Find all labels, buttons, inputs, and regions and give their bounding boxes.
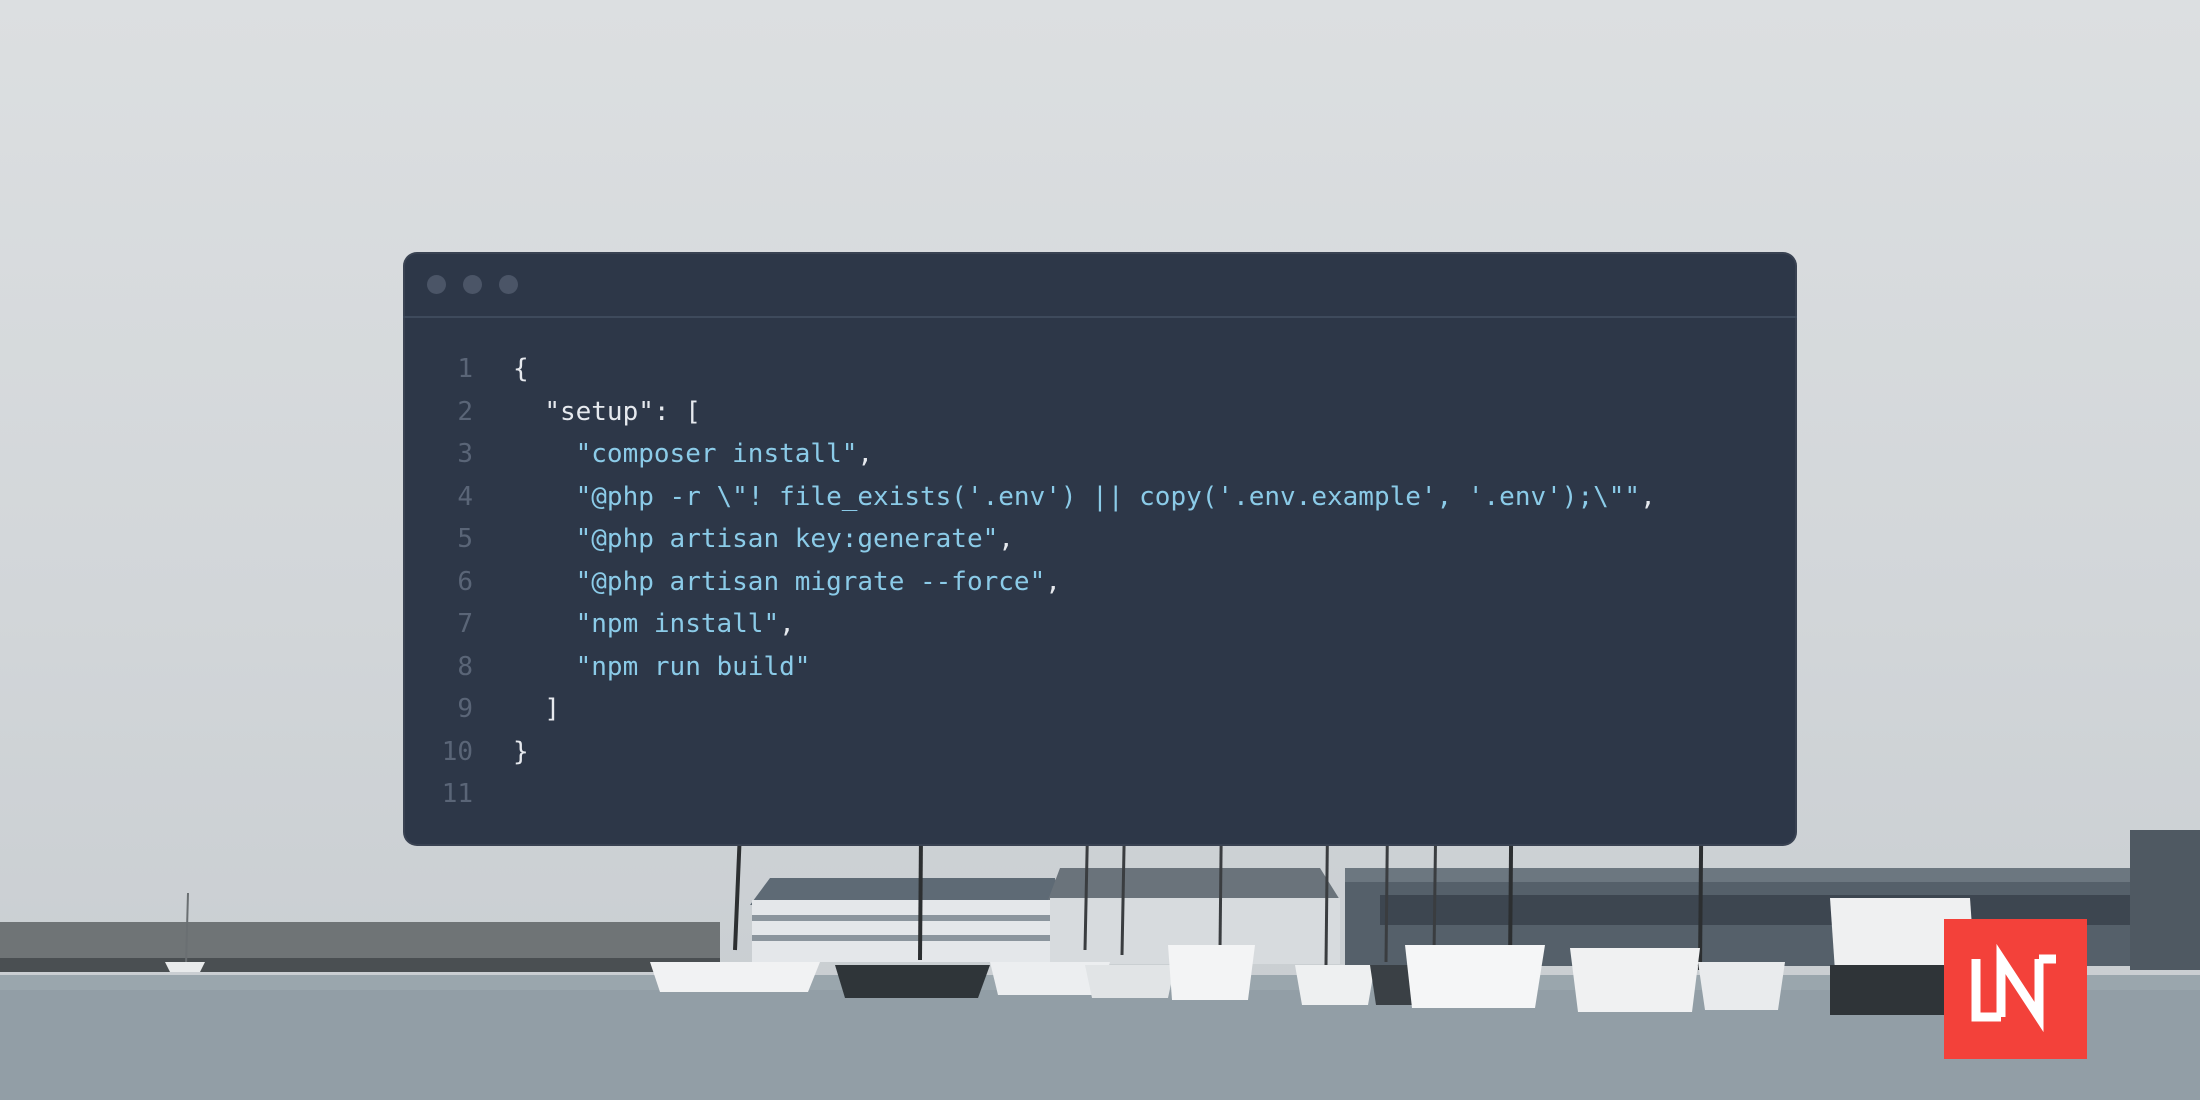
code-string: "@php artisan key:generate" bbox=[575, 524, 999, 554]
boat bbox=[650, 962, 820, 992]
boat bbox=[1085, 965, 1175, 998]
code-line: 10} bbox=[403, 731, 1656, 774]
code-line: 3 "composer install", bbox=[403, 433, 1656, 476]
code-string: "npm run build" bbox=[575, 651, 811, 682]
code-line: 6 "@php artisan migrate --force", bbox=[403, 561, 1656, 604]
code-line: 4 "@php -r \"! file_exists('.env') || co… bbox=[403, 476, 1656, 519]
code-string: "@php -r \"! file_exists('.env') || copy… bbox=[575, 481, 1641, 512]
boat bbox=[1295, 965, 1375, 1005]
line-number: 4 bbox=[457, 481, 473, 512]
building-roof bbox=[1048, 868, 1340, 900]
line-number: 2 bbox=[457, 396, 473, 427]
code-window: 1{2 "setup": [3 "composer install", 4 "@p… bbox=[403, 252, 1797, 846]
line-number: 10 bbox=[441, 736, 473, 767]
boat bbox=[835, 965, 990, 998]
line-number: 11 bbox=[441, 779, 473, 809]
code-punctuation: , bbox=[1640, 481, 1656, 512]
laravel-news-logo bbox=[1944, 919, 2087, 1059]
line-number: 3 bbox=[457, 439, 473, 469]
line-number: 8 bbox=[457, 651, 473, 682]
boat bbox=[1570, 948, 1700, 1012]
code-line: 9 ] bbox=[403, 688, 1656, 731]
code-key: "setup" bbox=[544, 396, 654, 427]
code-line: 5 "@php artisan key:generate", bbox=[403, 518, 1656, 561]
code-string: "npm install" bbox=[575, 609, 780, 639]
code-punctuation: } bbox=[513, 736, 529, 767]
line-number: 1 bbox=[457, 354, 473, 384]
line-number: 7 bbox=[457, 609, 473, 639]
code-line: 1{ bbox=[403, 348, 1656, 391]
seawall bbox=[0, 922, 720, 960]
line-number: 9 bbox=[457, 694, 473, 724]
line-number: 5 bbox=[457, 524, 473, 554]
code-string: "@php artisan migrate --force" bbox=[575, 566, 1046, 597]
code-punctuation: , bbox=[857, 439, 874, 469]
boat bbox=[1168, 945, 1255, 1000]
code-line: 2 "setup": [ bbox=[403, 391, 1656, 434]
code-line: 8 "npm run build" bbox=[403, 646, 1656, 689]
window-titlebar bbox=[403, 252, 1797, 318]
code-punctuation: , bbox=[1045, 566, 1061, 597]
code-line: 7 "npm install", bbox=[403, 603, 1656, 646]
code-editor: 1{2 "setup": [3 "composer install", 4 "@p… bbox=[403, 348, 1656, 816]
line-number: 6 bbox=[457, 566, 473, 597]
code-punctuation: ] bbox=[544, 694, 560, 724]
code-string: "composer install" bbox=[575, 439, 858, 469]
boat bbox=[1405, 945, 1545, 1008]
window-dot-minimize-icon bbox=[463, 275, 482, 294]
ln-logo-icon bbox=[1971, 943, 2056, 1033]
window-dot-close-icon bbox=[427, 275, 446, 294]
code-line: 11 bbox=[403, 773, 1656, 816]
building bbox=[752, 900, 1057, 962]
code-punctuation: : [ bbox=[653, 396, 701, 427]
boat bbox=[1698, 962, 1785, 1010]
window-dot-maximize-icon bbox=[499, 275, 518, 294]
code-punctuation: { bbox=[513, 354, 529, 384]
code-punctuation: , bbox=[779, 609, 795, 639]
code-punctuation: , bbox=[998, 524, 1014, 554]
